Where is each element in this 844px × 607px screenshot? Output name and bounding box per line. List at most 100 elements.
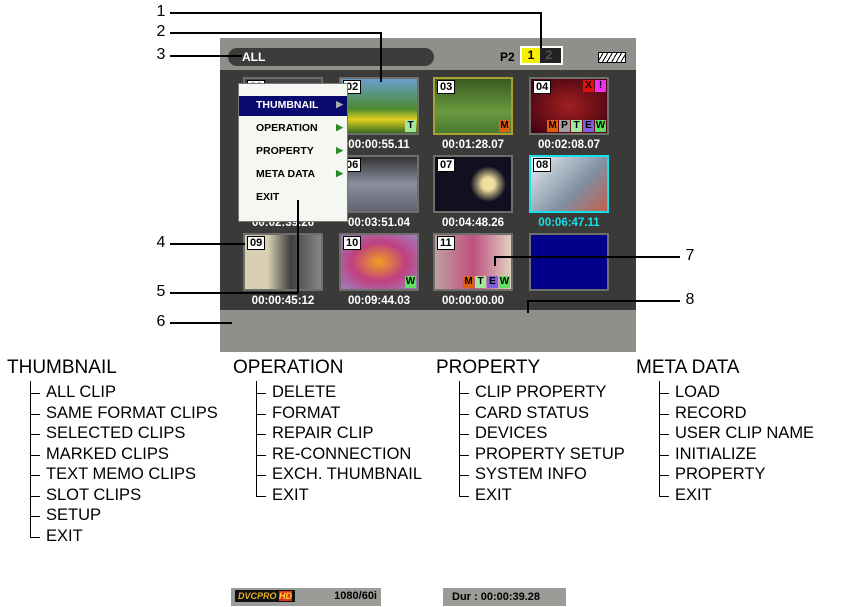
clip-badges: MPTEW bbox=[547, 120, 606, 132]
menu-item-label: OPERATION bbox=[256, 122, 318, 134]
camera-screen: ALL P2 1 2 0100:02:39.2602T00:00:55.1103… bbox=[220, 38, 636, 607]
submenu-arrow-icon: ▶ bbox=[336, 168, 343, 178]
clip-number: 10 bbox=[343, 236, 362, 250]
clip-number: 03 bbox=[437, 80, 456, 94]
tree-item: CARD STATUS bbox=[475, 403, 589, 422]
menu-item-label: META DATA bbox=[256, 168, 316, 180]
badge-M: M bbox=[463, 276, 474, 288]
tree-item: LOAD bbox=[675, 383, 720, 401]
clip-number: 04 bbox=[533, 80, 552, 94]
tree-item: CLIP PROPERTY bbox=[475, 383, 607, 401]
battery-icon bbox=[598, 52, 626, 63]
menu-item-exit[interactable]: EXIT bbox=[239, 188, 347, 208]
leader-line bbox=[30, 413, 40, 415]
clip-timecode: 00:06:47.11 bbox=[538, 217, 600, 229]
submenu-arrow-icon: ▶ bbox=[336, 122, 343, 132]
leader-line bbox=[30, 536, 40, 538]
leader-line bbox=[527, 300, 529, 313]
duration-display: Dur : 00:00:39.28 bbox=[442, 587, 567, 607]
dvcpro-hd-logo: DVCPRO HD bbox=[235, 590, 296, 602]
clip-thumbnail[interactable]: 02 T bbox=[339, 77, 419, 135]
format-value: 1080/60i bbox=[334, 590, 377, 602]
tree-item: SAME FORMAT CLIPS bbox=[46, 403, 218, 422]
leader-line bbox=[30, 516, 40, 517]
clip-thumbnail[interactable]: 07 bbox=[433, 155, 513, 213]
leader-line bbox=[256, 434, 266, 435]
leader-line bbox=[459, 454, 469, 456]
clip-badges: T bbox=[405, 120, 416, 132]
leader-line bbox=[170, 12, 541, 14]
tree-item: DEVICES bbox=[475, 424, 548, 442]
clip-number: 08 bbox=[533, 158, 552, 172]
menu-item-property[interactable]: PROPERTY ▶ bbox=[239, 142, 347, 162]
badge-M: M bbox=[499, 120, 510, 132]
clip-thumbnail[interactable]: 04 M P T E W X! bbox=[529, 77, 609, 135]
badge-warning: ! bbox=[595, 80, 606, 92]
leader-line bbox=[540, 12, 542, 48]
badge-warning: X bbox=[583, 80, 594, 92]
leader-line bbox=[256, 413, 266, 415]
tree-item: SELECTED CLIPS bbox=[46, 424, 186, 442]
leader-line bbox=[380, 32, 382, 82]
menu-item-meta-data[interactable]: META DATA ▶ bbox=[239, 165, 347, 185]
clip-thumbnail[interactable]: 03 M bbox=[433, 77, 513, 135]
leader-line bbox=[30, 454, 40, 456]
tree-item: ALL CLIP bbox=[46, 383, 117, 401]
leader-line bbox=[170, 292, 298, 294]
callout-number: 3 bbox=[156, 46, 166, 63]
tree-item: EXCH. THUMBNAIL bbox=[272, 465, 423, 483]
clip-thumbnail[interactable]: 11 M T E W bbox=[433, 233, 513, 291]
clip-timecode: 00:02:08.07 bbox=[537, 139, 601, 151]
clip-thumbnail[interactable]: 10 W bbox=[339, 233, 419, 291]
clip-thumbnail[interactable]: 06 bbox=[339, 155, 419, 213]
leader-line bbox=[527, 300, 680, 302]
menu-item-label: EXIT bbox=[256, 191, 280, 203]
leader-line bbox=[459, 393, 469, 394]
leader-line bbox=[170, 55, 242, 57]
clip-badges: MTEW bbox=[463, 276, 510, 288]
clip-thumbnail[interactable]: 08 bbox=[529, 155, 609, 213]
top-bar: ALL P2 1 2 bbox=[220, 38, 636, 70]
tree-item: USER CLIP NAME bbox=[675, 424, 815, 442]
slot-indicator: 1 2 bbox=[520, 46, 563, 65]
clip-timecode: 00:00:55.11 bbox=[348, 139, 410, 151]
tree-item: RE-CONNECTION bbox=[272, 444, 412, 463]
callout-number: 6 bbox=[156, 313, 166, 330]
clip-thumbnail[interactable]: 09 bbox=[243, 233, 323, 291]
menu-item-operation[interactable]: OPERATION ▶ bbox=[239, 119, 347, 139]
clip-timecode: 00:04:48.26 bbox=[441, 217, 505, 229]
tree-item: DELETE bbox=[272, 383, 337, 401]
tree-item: TEXT MEMO CLIPS bbox=[46, 465, 197, 483]
callout-number: 8 bbox=[685, 291, 695, 308]
menu-item-label: PROPERTY bbox=[256, 145, 314, 157]
leader-line bbox=[494, 256, 496, 266]
leader-line bbox=[170, 243, 245, 245]
tree-item: INITIALIZE bbox=[675, 444, 757, 463]
slot-1: 1 bbox=[522, 48, 540, 63]
submenu-arrow-icon: ▶ bbox=[336, 145, 343, 155]
leader-line bbox=[170, 322, 232, 324]
callout-number: 5 bbox=[156, 283, 166, 300]
leader-line bbox=[659, 434, 669, 435]
slot-2: 2 bbox=[545, 48, 553, 62]
leader-line bbox=[30, 495, 40, 497]
tree-item: EXIT bbox=[475, 485, 512, 504]
clip-timecode: 00:01:28.07 bbox=[441, 139, 505, 151]
leader-line bbox=[297, 200, 299, 293]
badge-E: E bbox=[487, 276, 498, 288]
clip-number: 09 bbox=[247, 236, 266, 250]
leader-line bbox=[494, 256, 680, 258]
leader-line bbox=[659, 495, 669, 497]
callout-number: 1 bbox=[156, 3, 166, 20]
leader-line bbox=[659, 475, 669, 476]
leader-line bbox=[256, 381, 257, 496]
leader-line bbox=[30, 393, 40, 394]
bottom-bar: DVCPRO HD 1080/60i Dur : 00:00:39.28 bbox=[220, 310, 636, 607]
clip-number: 07 bbox=[437, 158, 456, 172]
leader-line bbox=[170, 32, 381, 34]
tree-item: EXIT bbox=[46, 526, 83, 545]
menu-item-label: THUMBNAIL bbox=[256, 99, 319, 111]
menu-item-thumbnail[interactable]: THUMBNAIL ▶ bbox=[239, 96, 347, 116]
tree-item: SLOT CLIPS bbox=[46, 485, 142, 504]
badge-T: T bbox=[571, 120, 582, 132]
